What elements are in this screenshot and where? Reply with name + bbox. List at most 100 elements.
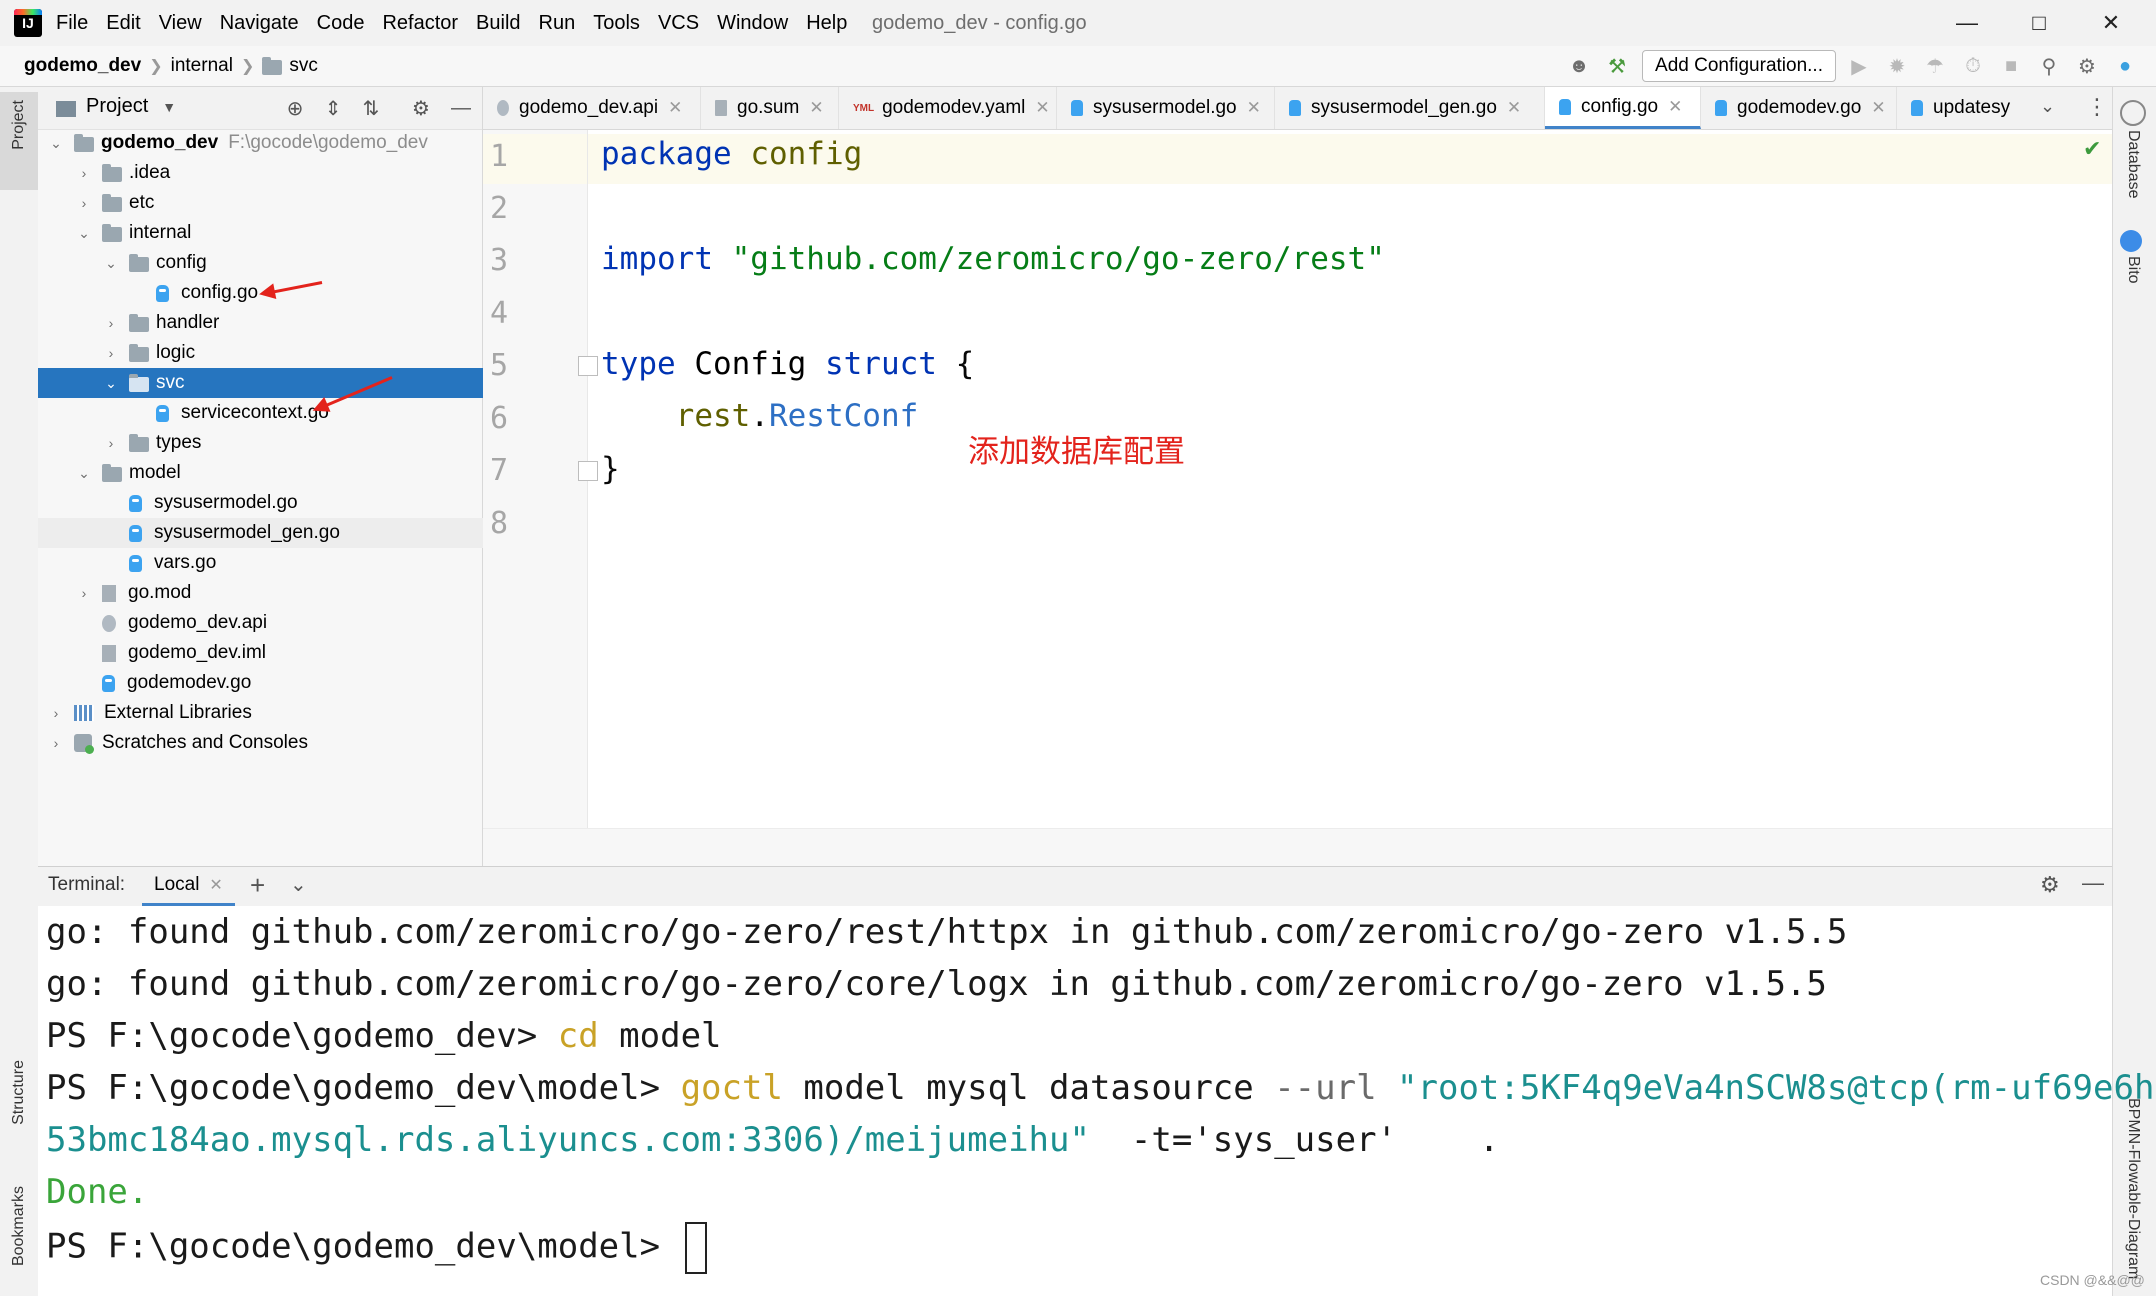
fold-marker-icon[interactable] xyxy=(578,461,598,481)
build-hammer-icon[interactable]: ⚒ xyxy=(1602,51,1632,81)
menu-vcs[interactable]: VCS xyxy=(658,12,699,35)
code-line-7[interactable]: } xyxy=(601,451,620,487)
maximize-button[interactable]: □ xyxy=(2006,0,2072,46)
database-tool-button[interactable]: Database xyxy=(2124,130,2142,199)
code-line-5[interactable]: type Config struct { xyxy=(601,346,974,382)
tab-config-go[interactable]: config.go ✕ xyxy=(1545,87,1701,129)
chevron-down-icon[interactable]: ⌄ xyxy=(48,135,64,152)
tree-item-handler[interactable]: › handler xyxy=(38,308,547,338)
fold-marker-icon[interactable] xyxy=(578,356,598,376)
menu-edit[interactable]: Edit xyxy=(106,12,140,35)
expand-all-icon[interactable]: ⇕ xyxy=(318,93,348,123)
tab-go-sum[interactable]: go.sum ✕ xyxy=(701,87,839,129)
tree-item-go-mod[interactable]: › go.mod xyxy=(38,578,520,608)
close-tab-icon[interactable]: ✕ xyxy=(1035,98,1049,118)
menu-help[interactable]: Help xyxy=(806,12,847,35)
project-tool-button[interactable]: Project xyxy=(0,92,38,190)
debug-icon[interactable]: ✹ xyxy=(1882,51,1912,81)
plugin-icon[interactable]: ● xyxy=(2110,51,2140,81)
minimize-button[interactable]: — xyxy=(1934,0,2000,46)
menu-refactor[interactable]: Refactor xyxy=(382,12,458,35)
panel-settings-icon[interactable]: ⚙ xyxy=(406,93,436,123)
menu-view[interactable]: View xyxy=(159,12,202,35)
tree-item-logic[interactable]: › logic xyxy=(38,338,547,368)
project-view-selector[interactable]: Project ▼ xyxy=(56,95,176,118)
menu-tools[interactable]: Tools xyxy=(593,12,640,35)
tree-item-scratches[interactable]: › Scratches and Consoles xyxy=(38,728,492,758)
new-terminal-plus-icon[interactable]: + xyxy=(250,870,265,901)
tree-item-svc[interactable]: ⌄ svc xyxy=(38,368,547,398)
user-icon[interactable]: ☻ xyxy=(1564,51,1594,81)
chevron-right-icon[interactable]: › xyxy=(76,585,92,601)
close-tab-icon[interactable]: ✕ xyxy=(809,98,823,118)
terminal-cursor[interactable] xyxy=(684,1222,707,1274)
locate-icon[interactable]: ⊕ xyxy=(280,93,310,123)
close-tab-icon[interactable]: ✕ xyxy=(1871,98,1885,118)
tab-godemodev-yaml[interactable]: YML godemodev.yaml ✕ xyxy=(839,87,1057,129)
code-line-6[interactable]: rest.RestConf xyxy=(601,398,919,434)
chevron-down-icon[interactable]: ⌄ xyxy=(76,465,92,482)
tree-item-godemo-dev-iml[interactable]: godemo_dev.iml xyxy=(38,638,520,668)
chevron-down-icon[interactable]: ⌄ xyxy=(103,255,119,272)
terminal-tab-local[interactable]: Local ✕ xyxy=(142,866,235,906)
tab-godemo-dev-api[interactable]: godemo_dev.api ✕ xyxy=(483,87,701,129)
bito-tool-button[interactable]: Bito xyxy=(2124,256,2142,284)
close-tab-icon[interactable]: ✕ xyxy=(668,98,682,118)
chevron-right-icon[interactable]: › xyxy=(103,345,119,361)
collapse-all-icon[interactable]: ⇅ xyxy=(356,93,386,123)
tab-sysusermodel-gen-go[interactable]: sysusermodel_gen.go ✕ xyxy=(1275,87,1545,129)
tree-item-model[interactable]: ⌄ model xyxy=(38,458,520,488)
chevron-right-icon[interactable]: › xyxy=(48,735,64,751)
tree-item-sysusermodel-go[interactable]: sysusermodel.go xyxy=(38,488,547,518)
search-icon[interactable]: ⚲ xyxy=(2034,51,2064,81)
add-configuration-button[interactable]: Add Configuration... xyxy=(1642,50,1836,82)
code-line-1[interactable]: package config xyxy=(601,136,862,172)
menu-window[interactable]: Window xyxy=(717,12,788,35)
bpmn-tool-button[interactable]: BPMN-Flowable-Diagram xyxy=(2124,1098,2142,1279)
chevron-down-icon[interactable]: ⌄ xyxy=(76,225,92,242)
menu-run[interactable]: Run xyxy=(539,12,576,35)
tab-sysusermodel-go[interactable]: sysusermodel.go ✕ xyxy=(1057,87,1275,129)
settings-gear-icon[interactable]: ⚙ xyxy=(2072,51,2102,81)
menu-code[interactable]: Code xyxy=(317,12,365,35)
breadcrumb-project[interactable]: godemo_dev xyxy=(24,55,141,77)
chevron-down-icon[interactable]: ⌄ xyxy=(103,375,119,392)
tree-item-external-libraries[interactable]: › External Libraries xyxy=(38,698,492,728)
code-line-3[interactable]: import "github.com/zeromicro/go-zero/res… xyxy=(601,241,1385,277)
terminal-settings-icon[interactable]: ⚙ xyxy=(2040,872,2060,898)
chevron-right-icon[interactable]: › xyxy=(76,195,92,211)
close-tab-icon[interactable]: ✕ xyxy=(209,875,222,895)
menu-build[interactable]: Build xyxy=(476,12,520,35)
tree-item-vars-go[interactable]: vars.go xyxy=(38,548,547,578)
tree-item-godemo-dev[interactable]: ⌄ godemo_dev F:\gocode\godemo_dev xyxy=(38,128,492,158)
chevron-right-icon[interactable]: › xyxy=(76,165,92,181)
close-tab-icon[interactable]: ✕ xyxy=(1247,98,1261,118)
chevron-right-icon[interactable]: › xyxy=(103,435,119,451)
more-options-icon[interactable]: ⋮ xyxy=(2086,94,2108,120)
chevron-right-icon[interactable]: › xyxy=(48,705,64,721)
tree-item-godemodev-go[interactable]: godemodev.go xyxy=(38,668,520,698)
tab-list-chevron-icon[interactable]: ⌄ xyxy=(2040,96,2055,117)
tree-item-config-folder[interactable]: ⌄ config xyxy=(38,248,547,278)
tree-item-idea[interactable]: › .idea xyxy=(38,158,520,188)
tree-item-internal[interactable]: ⌄ internal xyxy=(38,218,520,248)
close-window-button[interactable]: ✕ xyxy=(2078,0,2144,46)
tree-item-etc[interactable]: › etc xyxy=(38,188,520,218)
close-tab-icon[interactable]: ✕ xyxy=(1668,97,1682,117)
close-tab-icon[interactable]: ✕ xyxy=(1507,98,1521,118)
stop-icon[interactable]: ■ xyxy=(1996,51,2026,81)
coverage-icon[interactable]: ☂ xyxy=(1920,51,1950,81)
hide-panel-icon[interactable]: — xyxy=(446,93,476,123)
menu-navigate[interactable]: Navigate xyxy=(220,12,299,35)
no-problems-check-icon[interactable]: ✔ xyxy=(2083,136,2101,162)
breadcrumb-svc[interactable]: svc xyxy=(289,55,318,77)
tree-item-sysusermodel-gen-go[interactable]: sysusermodel_gen.go xyxy=(38,518,547,548)
structure-tool-button[interactable]: Structure xyxy=(10,1060,28,1125)
terminal-dropdown-chevron-icon[interactable]: ⌄ xyxy=(290,872,307,897)
tab-godemodev-go[interactable]: godemodev.go ✕ xyxy=(1701,87,1897,129)
hide-terminal-icon[interactable]: — xyxy=(2082,870,2104,896)
tree-item-godemo-dev-api[interactable]: godemo_dev.api xyxy=(38,608,520,638)
menu-file[interactable]: File xyxy=(56,12,88,35)
profile-icon[interactable]: ⏱ xyxy=(1958,51,1988,81)
chevron-right-icon[interactable]: › xyxy=(103,315,119,331)
